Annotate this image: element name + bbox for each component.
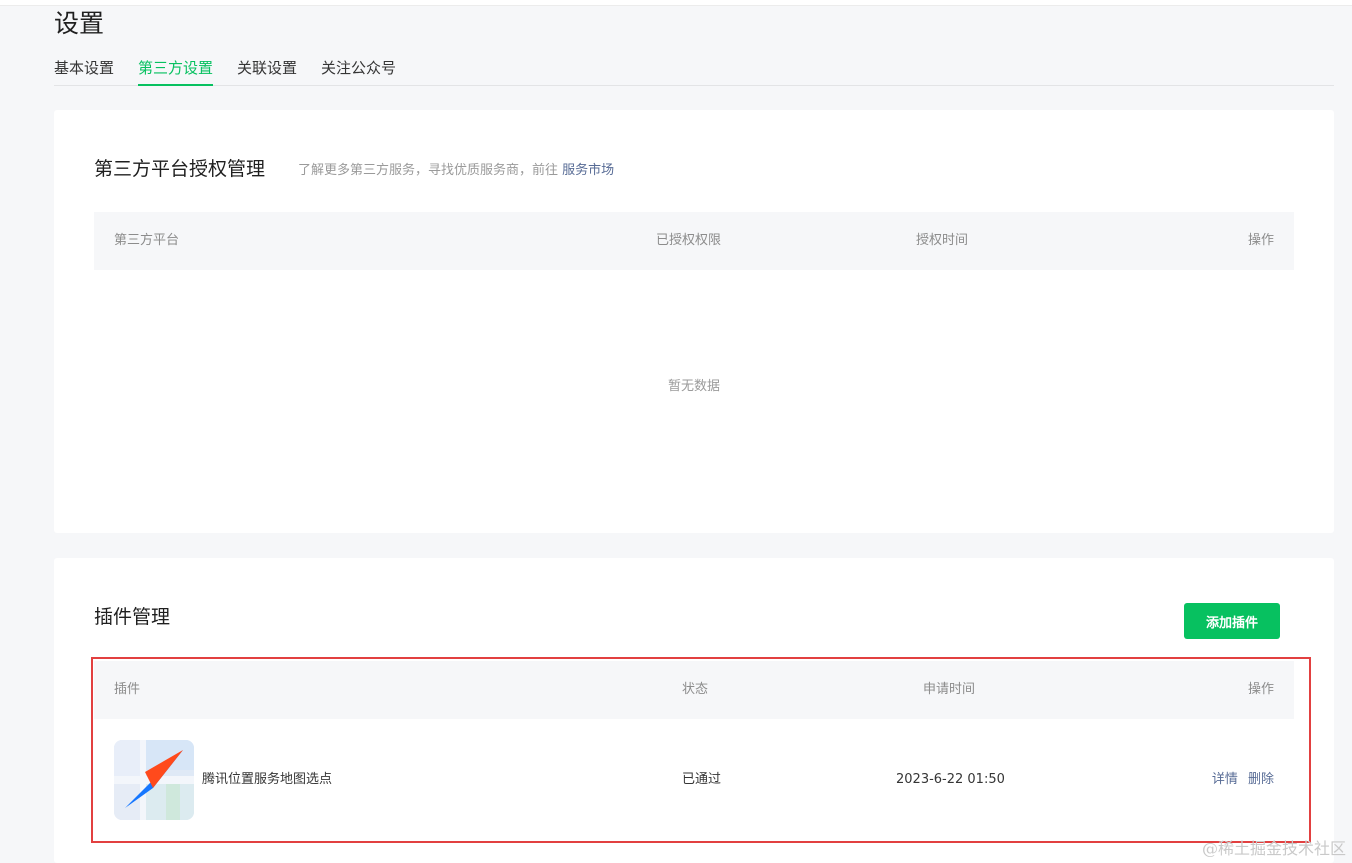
col-third-party-platform: 第三方平台 xyxy=(114,233,180,248)
col-plugin: 插件 xyxy=(114,682,141,697)
third-party-desc-text: 了解更多第三方服务，寻找优质服务商，前往 xyxy=(298,163,559,178)
watermark: @稀土掘金技术社区 xyxy=(1201,839,1346,858)
col-third-party-actions: 操作 xyxy=(1247,233,1274,248)
tab-basic-settings[interactable]: 基本设置 xyxy=(54,54,114,86)
plugin-management-title: 插件管理 xyxy=(94,606,171,628)
settings-tabs: 基本设置 第三方设置 关联设置 关注公众号 xyxy=(54,54,1334,86)
service-market-link[interactable]: 服务市场 xyxy=(562,163,614,178)
third-party-auth-title: 第三方平台授权管理 xyxy=(94,158,266,180)
table-row: 腾讯位置服务地图选点 已通过 2023-6-22 01:50 详情 删除 xyxy=(94,738,1294,822)
third-party-auth-desc: 了解更多第三方服务，寻找优质服务商，前往 服务市场 xyxy=(298,159,614,178)
plugin-apply-time: 2023-6-22 01:50 xyxy=(896,772,1005,787)
add-plugin-button[interactable]: 添加插件 xyxy=(1184,603,1280,639)
plugin-status: 已通过 xyxy=(682,772,722,787)
plugin-management-card: 插件管理 添加插件 插件 状态 申请时间 操作 腾讯位置服务地图选点 已通过 2… xyxy=(54,558,1334,863)
plugin-name: 腾讯位置服务地图选点 xyxy=(202,772,333,787)
plugin-delete-link[interactable]: 删除 xyxy=(1248,772,1274,787)
col-plugin-actions: 操作 xyxy=(1247,682,1274,697)
page-title: 设置 xyxy=(54,9,105,38)
plugin-table-header: 插件 状态 申请时间 操作 xyxy=(94,661,1294,719)
col-apply-time: 申请时间 xyxy=(923,682,976,697)
tab-follow-official-account[interactable]: 关注公众号 xyxy=(321,54,396,86)
plugin-detail-link[interactable]: 详情 xyxy=(1212,772,1238,787)
empty-state: 暂无数据 xyxy=(667,379,720,394)
top-bar xyxy=(0,0,1352,6)
col-authorized-permissions: 已授权权限 xyxy=(656,233,722,248)
tab-linked-settings[interactable]: 关联设置 xyxy=(237,54,297,86)
third-party-auth-card: 第三方平台授权管理 了解更多第三方服务，寻找优质服务商，前往 服务市场 第三方平… xyxy=(54,110,1334,533)
tab-third-party-settings[interactable]: 第三方设置 xyxy=(138,54,214,86)
map-compass-icon xyxy=(114,740,194,820)
third-party-table-header: 第三方平台 已授权权限 授权时间 操作 xyxy=(94,212,1294,270)
col-auth-time: 授权时间 xyxy=(916,233,969,248)
col-status: 状态 xyxy=(682,682,709,697)
